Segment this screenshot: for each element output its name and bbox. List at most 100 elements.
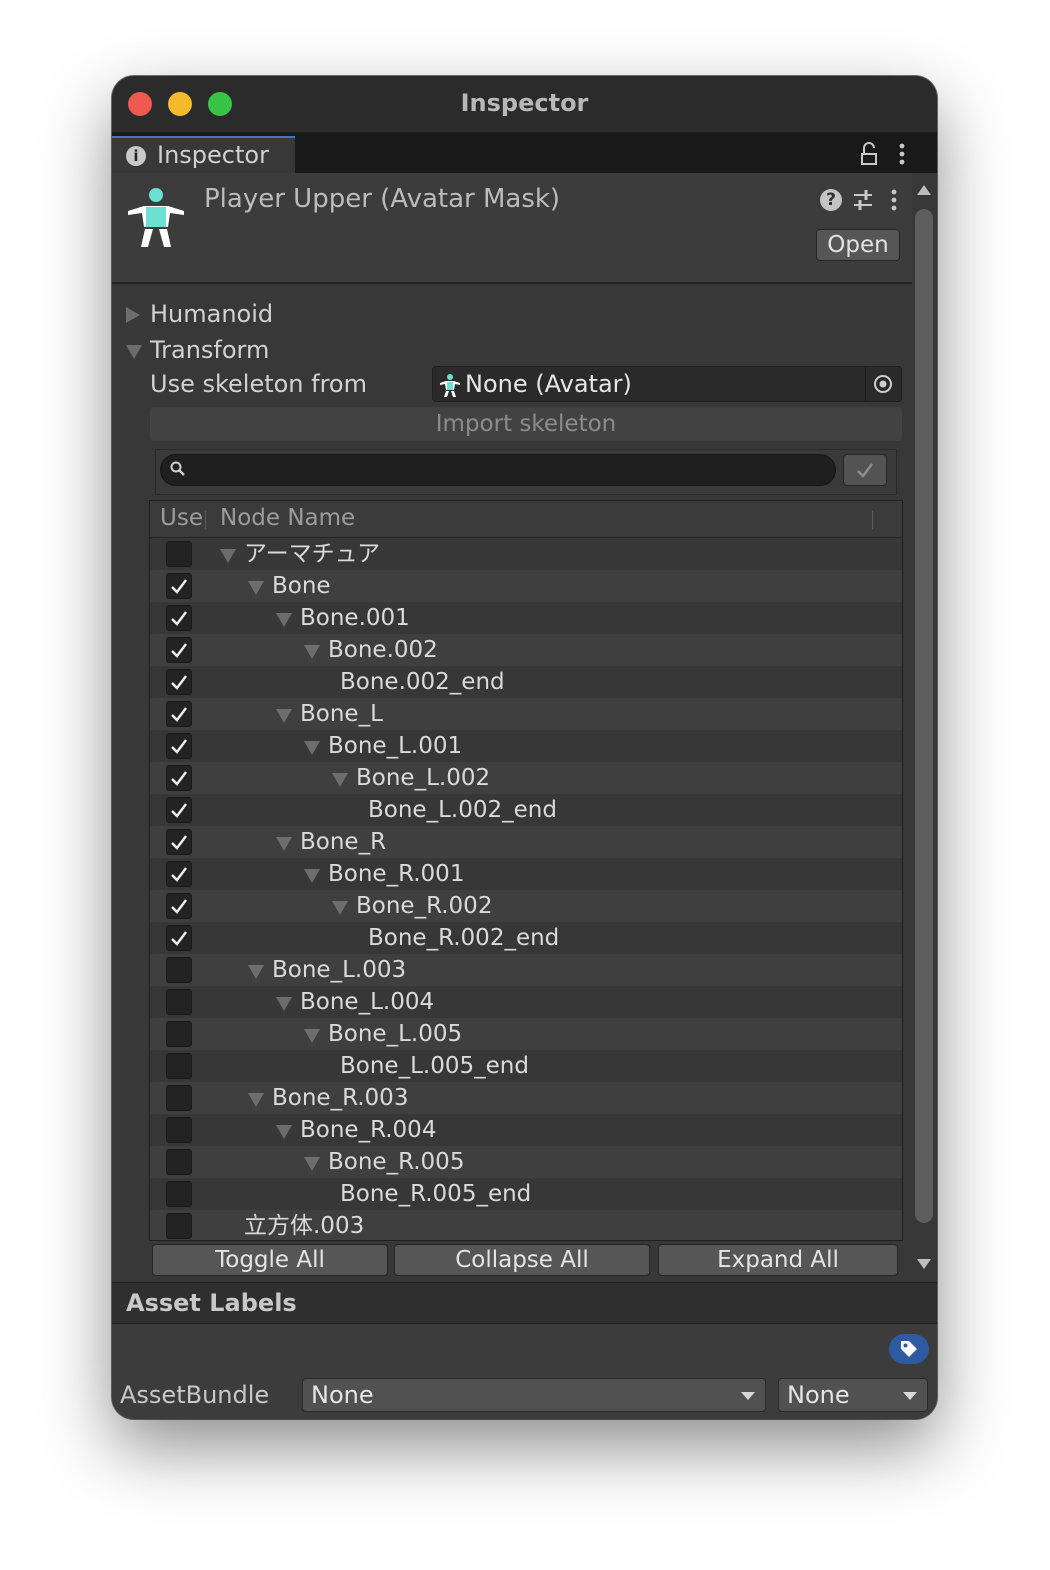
use-checkbox[interactable] bbox=[166, 765, 192, 791]
check-icon bbox=[171, 899, 187, 914]
check-icon bbox=[171, 611, 187, 626]
node-name: Bone_R.001 bbox=[328, 861, 465, 887]
use-checkbox[interactable] bbox=[166, 637, 192, 663]
skeleton-field-label: Use skeleton from bbox=[150, 370, 367, 398]
use-checkbox[interactable] bbox=[166, 957, 192, 983]
chevron-down-icon[interactable] bbox=[248, 965, 264, 979]
node-name: Bone_L.001 bbox=[328, 733, 463, 759]
use-checkbox[interactable] bbox=[166, 669, 192, 695]
node-name: 立方体.003 bbox=[244, 1213, 365, 1239]
tree-row[interactable]: Bone.002 bbox=[150, 634, 902, 666]
scroll-down-arrow-icon[interactable] bbox=[917, 1259, 931, 1269]
vertical-scrollbar[interactable] bbox=[912, 173, 937, 1283]
tree-row[interactable]: Bone_L.002_end bbox=[150, 794, 902, 826]
expand-all-button[interactable]: Expand All bbox=[658, 1244, 898, 1276]
use-checkbox[interactable] bbox=[166, 733, 192, 759]
add-label-button[interactable] bbox=[889, 1334, 929, 1364]
tree-row[interactable]: Bone_L.004 bbox=[150, 986, 902, 1018]
use-checkbox[interactable] bbox=[166, 893, 192, 919]
column-resize-handle[interactable] bbox=[872, 511, 873, 529]
use-checkbox[interactable] bbox=[166, 1053, 192, 1079]
tree-row[interactable]: Bone_R.001 bbox=[150, 858, 902, 890]
check-icon bbox=[171, 835, 187, 850]
tree-row[interactable]: Bone_R bbox=[150, 826, 902, 858]
tree-row[interactable]: アーマチュア bbox=[150, 538, 902, 570]
chevron-down-icon[interactable] bbox=[304, 1029, 320, 1043]
tree-row[interactable]: Bone_R.003 bbox=[150, 1082, 902, 1114]
chevron-down-icon[interactable] bbox=[248, 581, 264, 595]
kebab-menu-icon[interactable] bbox=[896, 142, 908, 166]
use-checkbox[interactable] bbox=[166, 1149, 192, 1175]
use-checkbox[interactable] bbox=[166, 573, 192, 599]
chevron-down-icon[interactable] bbox=[332, 901, 348, 915]
use-checkbox[interactable] bbox=[166, 861, 192, 887]
use-checkbox[interactable] bbox=[166, 1117, 192, 1143]
import-skeleton-button[interactable]: Import skeleton bbox=[150, 407, 902, 441]
tree-row[interactable]: Bone_L.005_end bbox=[150, 1050, 902, 1082]
tree-row[interactable]: Bone_R.002_end bbox=[150, 922, 902, 954]
tree-row[interactable]: Bone_L.005 bbox=[150, 1018, 902, 1050]
use-checkbox[interactable] bbox=[166, 1213, 192, 1239]
search-input[interactable] bbox=[160, 454, 836, 486]
tree-row[interactable]: Bone_L.002 bbox=[150, 762, 902, 794]
tree-row[interactable]: Bone.002_end bbox=[150, 666, 902, 698]
toggle-all-button[interactable]: Toggle All bbox=[152, 1244, 388, 1276]
scroll-thumb[interactable] bbox=[915, 209, 933, 1223]
tab-inspector[interactable]: i Inspector bbox=[112, 136, 295, 173]
use-checkbox[interactable] bbox=[166, 701, 192, 727]
search-confirm-button[interactable] bbox=[843, 454, 887, 486]
chevron-down-icon[interactable] bbox=[276, 613, 292, 627]
kebab-menu-icon[interactable] bbox=[888, 188, 900, 212]
chevron-down-icon[interactable] bbox=[276, 709, 292, 723]
skeleton-object-field[interactable]: None (Avatar) bbox=[432, 366, 902, 402]
open-button[interactable]: Open bbox=[816, 229, 900, 261]
asset-bundle-dropdown[interactable]: None bbox=[302, 1378, 766, 1412]
tree-row[interactable]: Bone_L.003 bbox=[150, 954, 902, 986]
check-icon bbox=[171, 803, 187, 818]
use-checkbox[interactable] bbox=[166, 605, 192, 631]
tree-row[interactable]: Bone bbox=[150, 570, 902, 602]
tree-row[interactable]: 立方体.003 bbox=[150, 1210, 902, 1240]
asset-header: Player Upper (Avatar Mask) ? Open bbox=[112, 173, 912, 284]
lock-icon[interactable] bbox=[860, 142, 878, 166]
chevron-down-icon[interactable] bbox=[276, 1125, 292, 1139]
chevron-down-icon[interactable] bbox=[332, 773, 348, 787]
asset-bundle-label: AssetBundle bbox=[120, 1381, 270, 1409]
chevron-down-icon[interactable] bbox=[248, 1093, 264, 1107]
chevron-down-icon[interactable] bbox=[304, 741, 320, 755]
title-bar: Inspector bbox=[112, 76, 937, 133]
use-checkbox[interactable] bbox=[166, 829, 192, 855]
tree-row[interactable]: Bone_R.002 bbox=[150, 890, 902, 922]
tree-header: Use Node Name bbox=[150, 501, 902, 538]
chevron-down-icon[interactable] bbox=[220, 549, 236, 563]
presets-icon[interactable] bbox=[852, 188, 874, 212]
collapse-all-button[interactable]: Collapse All bbox=[394, 1244, 650, 1276]
node-name: Bone.002 bbox=[328, 637, 438, 663]
tree-row[interactable]: Bone_R.004 bbox=[150, 1114, 902, 1146]
asset-bundle-variant-dropdown[interactable]: None bbox=[778, 1378, 928, 1412]
use-checkbox[interactable] bbox=[166, 1181, 192, 1207]
use-checkbox[interactable] bbox=[166, 1021, 192, 1047]
tab-label: Inspector bbox=[157, 141, 269, 169]
tree-row[interactable]: Bone_R.005 bbox=[150, 1146, 902, 1178]
scroll-up-arrow-icon[interactable] bbox=[917, 185, 931, 195]
use-checkbox[interactable] bbox=[166, 925, 192, 951]
help-icon[interactable]: ? bbox=[820, 189, 842, 211]
asset-labels-area: AssetBundle None None bbox=[112, 1324, 937, 1419]
tree-row[interactable]: Bone_L.001 bbox=[150, 730, 902, 762]
chevron-down-icon[interactable] bbox=[304, 1157, 320, 1171]
chevron-down-icon[interactable] bbox=[276, 837, 292, 851]
node-name: Bone_R.002_end bbox=[368, 925, 560, 951]
tree-row[interactable]: Bone_R.005_end bbox=[150, 1178, 902, 1210]
foldout-label: Transform bbox=[150, 336, 270, 364]
chevron-down-icon[interactable] bbox=[276, 997, 292, 1011]
object-picker-icon[interactable] bbox=[873, 374, 893, 394]
use-checkbox[interactable] bbox=[166, 989, 192, 1015]
tree-row[interactable]: Bone_L bbox=[150, 698, 902, 730]
chevron-down-icon[interactable] bbox=[304, 869, 320, 883]
use-checkbox[interactable] bbox=[166, 797, 192, 823]
chevron-down-icon[interactable] bbox=[304, 645, 320, 659]
use-checkbox[interactable] bbox=[166, 541, 192, 567]
tree-row[interactable]: Bone.001 bbox=[150, 602, 902, 634]
use-checkbox[interactable] bbox=[166, 1085, 192, 1111]
